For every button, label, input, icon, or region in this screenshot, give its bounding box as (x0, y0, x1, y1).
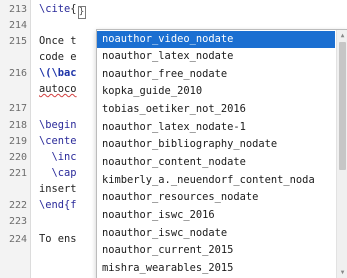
line-code: autoco (39, 82, 77, 97)
scroll-up-arrow-icon[interactable]: ▲ (339, 31, 346, 40)
autocomplete-item[interactable]: noauthor_iswc_nodate (97, 225, 335, 242)
line-number: 215 (8, 36, 27, 47)
line-number: 222 (8, 200, 27, 211)
code-editor[interactable]: 213 \cite{} 214 215 Once t code e 216 \(\bac aut… (0, 0, 347, 278)
autocomplete-popup[interactable]: noauthor_video_nodate noauthor_latex_noda… (96, 29, 347, 278)
autocomplete-scrollbar[interactable]: ▲ ▼ (336, 30, 347, 278)
line-code: insert (39, 182, 77, 197)
code-text: autoco (39, 83, 77, 95)
autocomplete-item[interactable]: noauthor_resources_nodate (97, 189, 335, 206)
line-number: 224 (8, 234, 27, 245)
scroll-down-arrow-icon[interactable]: ▼ (339, 268, 346, 277)
autocomplete-item[interactable]: mishra_wearables_2015 (97, 260, 335, 277)
line-number: 216 (8, 68, 27, 79)
line-number: 213 (8, 4, 27, 15)
line-code: \inc (39, 150, 77, 165)
autocomplete-item[interactable]: noauthor_bibliography_nodate (97, 136, 335, 153)
autocomplete-item[interactable]: noauthor_content_nodate (97, 154, 335, 171)
latex-command: \end{f (39, 199, 77, 211)
latex-command: \inc (51, 151, 77, 163)
code-text: insert (39, 183, 77, 195)
latex-command: \(\bac (39, 67, 77, 79)
code-text: Once t (39, 35, 77, 47)
line-number: 221 (8, 168, 27, 179)
code-text: code e (39, 51, 77, 63)
line-code: \cap (39, 166, 77, 181)
line-code: \begin (39, 118, 77, 133)
line-code: \(\bac (39, 66, 77, 81)
latex-command: \cente (39, 135, 77, 147)
latex-command: \cite (39, 3, 71, 15)
autocomplete-item[interactable]: kopka_guide_2010 (97, 83, 335, 100)
line-code: To ens (39, 232, 77, 247)
line-number: 223 (8, 216, 27, 227)
autocomplete-item[interactable]: noauthor_free_nodate (97, 66, 335, 83)
code-text: To ens (39, 233, 77, 245)
line-number: 220 (8, 152, 27, 163)
line-code: \end{f (39, 198, 77, 213)
line-number: 219 (8, 136, 27, 147)
autocomplete-item[interactable]: noauthor_video_nodate (97, 30, 335, 48)
scrollbar-thumb[interactable] (339, 42, 346, 170)
line-number: 218 (8, 120, 27, 131)
autocomplete-item[interactable]: kimberly_a._neuendorf_content_noda (97, 172, 335, 189)
code-text: { (70, 3, 77, 15)
line-code: \cente (39, 134, 77, 149)
line-number: 217 (8, 103, 27, 114)
latex-command: \cap (51, 167, 77, 179)
autocomplete-item[interactable]: noauthor_latex_nodate-1 (97, 119, 335, 136)
autocomplete-item[interactable]: noauthor_current_2015 (97, 242, 335, 259)
line-code: \cite{} (39, 2, 86, 19)
editor-line[interactable]: 213 \cite{} (0, 2, 347, 19)
autocomplete-item[interactable]: noauthor_iswc_2016 (97, 207, 335, 224)
line-code: code e (39, 50, 77, 65)
line-number: 214 (8, 20, 27, 31)
autocomplete-item[interactable]: noauthor_latex_nodate (97, 48, 335, 65)
line-code: Once t (39, 34, 77, 49)
latex-command: \begin (39, 119, 77, 131)
autocomplete-item[interactable]: tobias_oetiker_not_2016 (97, 101, 335, 118)
